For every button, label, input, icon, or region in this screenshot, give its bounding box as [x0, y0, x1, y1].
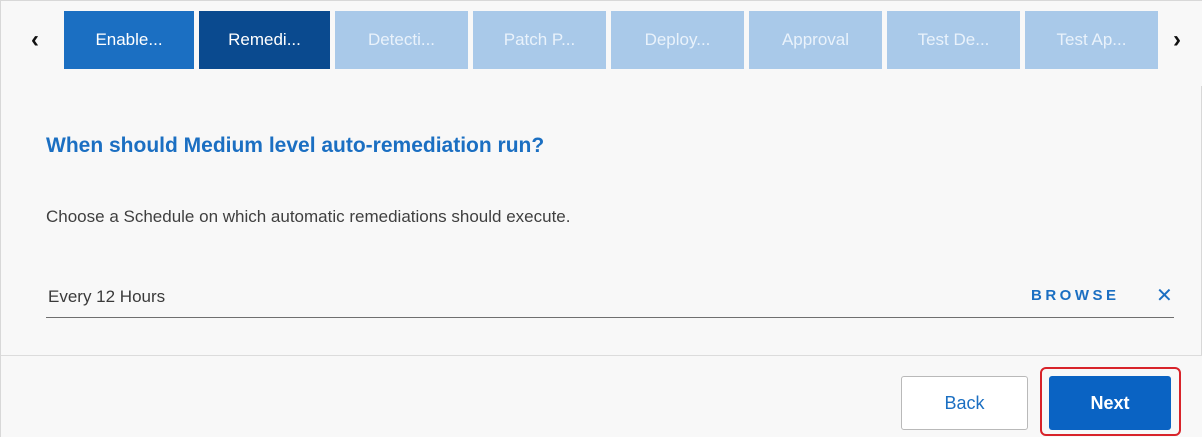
- tab-detection[interactable]: Detecti...: [335, 11, 468, 69]
- wizard-step-tabs: ‹ Enable... Remedi... Detecti... Patch P…: [1, 1, 1202, 86]
- tab-test-deployment[interactable]: Test De...: [887, 11, 1020, 69]
- close-icon[interactable]: ✕: [1156, 283, 1173, 308]
- tab-approval[interactable]: Approval: [749, 11, 882, 69]
- schedule-value: Every 12 Hours: [48, 287, 166, 306]
- tab-deployment[interactable]: Deploy...: [611, 11, 744, 69]
- tab-remediation[interactable]: Remedi...: [199, 11, 330, 69]
- wizard-panel: ‹ Enable... Remedi... Detecti... Patch P…: [0, 0, 1202, 437]
- tab-enable[interactable]: Enable...: [64, 11, 194, 69]
- page-description: Choose a Schedule on which automatic rem…: [46, 207, 571, 226]
- schedule-field[interactable]: Every 12 Hours BROWSE ✕: [46, 277, 1174, 318]
- browse-button[interactable]: BROWSE: [1031, 287, 1120, 304]
- tab-patch-policy[interactable]: Patch P...: [473, 11, 606, 69]
- tab-test-approval[interactable]: Test Ap...: [1025, 11, 1158, 69]
- chevron-right-icon[interactable]: ›: [1157, 11, 1197, 69]
- next-button[interactable]: Next: [1049, 376, 1171, 430]
- back-button[interactable]: Back: [901, 376, 1028, 430]
- tab-list: Enable... Remedi... Detecti... Patch P..…: [64, 11, 1163, 69]
- chevron-left-icon[interactable]: ‹: [15, 11, 55, 69]
- page-title: When should Medium level auto-remediatio…: [46, 134, 545, 157]
